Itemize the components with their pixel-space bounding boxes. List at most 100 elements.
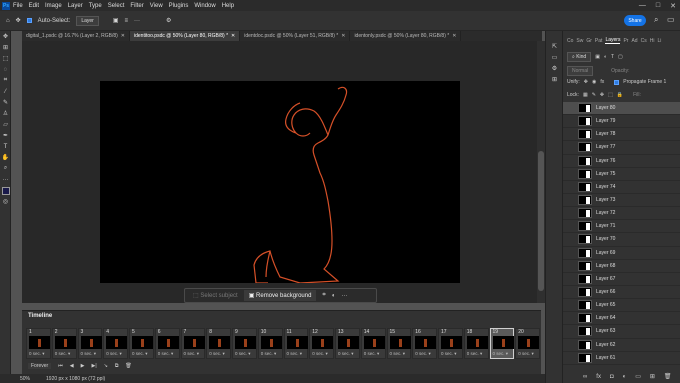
delete-frame-icon[interactable]: 🗑 [125, 363, 131, 369]
frame-delay-dropdown[interactable]: 0 sec. ▾ [338, 351, 354, 357]
search-icon[interactable]: ⌕ [654, 15, 658, 25]
frame-delay-dropdown[interactable]: 0 sec. ▾ [312, 351, 328, 357]
timeline-frame[interactable]: 20 0 sec. ▾ [515, 328, 540, 359]
unify-style-icon[interactable]: fx [600, 79, 604, 85]
timeline-frame[interactable]: 17 0 sec. ▾ [438, 328, 463, 359]
frame-delay-dropdown[interactable]: 0 sec. ▾ [235, 351, 251, 357]
layer-row[interactable]: Layer 67 [563, 273, 680, 286]
tab-gradients[interactable]: Gr [586, 38, 592, 44]
align-icon[interactable]: ≡ [125, 18, 129, 24]
tab-digital-1[interactable]: digital_1.psdc @ 16.7% (Layer 2, RGB/8) ✕ [22, 31, 130, 41]
lock-position-icon[interactable]: ✥ [600, 92, 604, 98]
visibility-toggle[interactable] [568, 197, 574, 203]
lock-all-icon[interactable]: 🔒 [617, 92, 623, 98]
close-icon[interactable]: ✕ [121, 33, 125, 39]
3d-mode-icon[interactable]: ⚙ [166, 17, 171, 24]
stamp-icon[interactable]: ♙ [0, 108, 11, 119]
tab-identdoc[interactable]: identdoc.psdc @ 50% (Layer 51, RGB/8) * ✕ [240, 31, 351, 41]
frame-delay-dropdown[interactable]: 0 sec. ▾ [184, 351, 200, 357]
filter-pixel-icon[interactable]: ▣ [595, 54, 600, 60]
lock-paint-icon[interactable]: ✎ [592, 92, 596, 98]
layer-row[interactable]: Layer 68 [563, 260, 680, 273]
blend-mode-dropdown[interactable]: Normal [567, 66, 594, 76]
visibility-toggle[interactable] [568, 289, 574, 295]
layer-row[interactable]: Layer 64 [563, 312, 680, 326]
frame-delay-dropdown[interactable]: 0 sec. ▾ [55, 351, 71, 357]
layer-row[interactable]: Layer 77 [563, 141, 680, 155]
tab-history[interactable]: Hi [650, 38, 655, 44]
crop-icon[interactable]: ⌗ [0, 75, 11, 86]
layer-row[interactable]: Layer 78 [563, 128, 680, 142]
timeline-frame[interactable]: 4 0 sec. ▾ [103, 328, 128, 359]
zoom-icon[interactable]: ⌕ [0, 163, 11, 174]
visibility-toggle[interactable] [568, 144, 574, 150]
timeline-frame[interactable]: 19 0 sec. ▾ [489, 328, 515, 359]
layer-row[interactable]: Layer 62 [563, 339, 680, 352]
frame-delay-dropdown[interactable]: 0 sec. ▾ [415, 351, 431, 357]
move-tool-preset-icon[interactable]: ✥ [16, 17, 21, 24]
tab-adjustments[interactable]: Ad [631, 38, 637, 44]
auto-select-dropdown[interactable]: Layer [76, 15, 99, 26]
visibility-toggle[interactable] [568, 184, 574, 190]
layer-row[interactable]: Layer 80 [563, 102, 680, 116]
timeline-frame[interactable]: 9 0 sec. ▾ [232, 328, 257, 359]
visibility-toggle[interactable] [568, 131, 574, 137]
menu-filter[interactable]: Filter [130, 3, 143, 9]
eraser-icon[interactable]: ▱ [0, 119, 11, 130]
visibility-toggle[interactable] [568, 328, 574, 334]
first-frame-icon[interactable]: ⏮ [58, 363, 63, 369]
frame-delay-dropdown[interactable]: 0 sec. ▾ [390, 351, 406, 357]
layer-row[interactable]: Layer 76 [563, 155, 680, 168]
workspace-icon[interactable]: ▭ [667, 15, 675, 24]
timeline-frame[interactable]: 18 0 sec. ▾ [463, 328, 489, 359]
menu-file[interactable]: File [13, 3, 23, 9]
frame-delay-dropdown[interactable]: 0 sec. ▾ [287, 351, 303, 357]
learn-icon[interactable]: ⇱ [549, 41, 560, 52]
frame-delay-dropdown[interactable]: 0 sec. ▾ [209, 351, 225, 357]
tab-identonly[interactable]: identonly.psdc @ 50% (Layer 80, RGB/8) *… [350, 31, 462, 41]
canvas-scrollbar[interactable] [537, 41, 545, 303]
new-group-icon[interactable]: ▭ [635, 373, 641, 380]
visibility-toggle[interactable] [568, 276, 574, 282]
filter-shape-icon[interactable]: ▢ [618, 54, 623, 60]
timeline-frame[interactable]: 3 0 sec. ▾ [77, 328, 103, 359]
layer-row[interactable]: Layer 61 [563, 352, 680, 365]
visibility-toggle[interactable] [568, 223, 574, 229]
tab-color[interactable]: Co [567, 38, 573, 44]
play-icon[interactable]: ▶ [81, 363, 85, 369]
layer-row[interactable]: Layer 70 [563, 233, 680, 247]
timeline-frame[interactable]: 2 0 sec. ▾ [51, 328, 77, 359]
timeline-frame[interactable]: 12 0 sec. ▾ [309, 328, 334, 359]
timeline-frame[interactable]: 6 0 sec. ▾ [154, 328, 180, 359]
add-mask-icon[interactable]: ◘ [610, 374, 614, 380]
more-options-icon[interactable]: ··· [134, 18, 140, 24]
visibility-toggle[interactable] [568, 315, 574, 321]
share-button[interactable]: Share [624, 15, 646, 26]
mask-icon[interactable]: ◐ [332, 293, 336, 299]
tab-identitoo[interactable]: identitoo.psdc @ 50% (Layer 80, RGB/8) *… [130, 31, 241, 41]
close-icon[interactable]: ✕ [341, 33, 345, 39]
frame-delay-dropdown[interactable]: 0 sec. ▾ [132, 351, 148, 357]
more-icon[interactable]: ··· [0, 174, 11, 185]
menu-help[interactable]: Help [222, 3, 234, 9]
frame-delay-dropdown[interactable]: 0 sec. ▾ [518, 351, 534, 357]
more-icon[interactable]: ··· [341, 293, 347, 299]
filter-adjust-icon[interactable]: ◐ [604, 54, 607, 60]
timeline-frame[interactable]: 10 0 sec. ▾ [257, 328, 283, 359]
visibility-toggle[interactable] [568, 263, 574, 269]
move-icon[interactable]: ✥ [0, 31, 11, 42]
zoom-level[interactable]: 50% [20, 376, 30, 382]
menu-layer[interactable]: Layer [68, 3, 83, 9]
menu-type[interactable]: Type [89, 3, 102, 9]
comments-icon[interactable]: ▭ [549, 52, 560, 63]
unify-position-icon[interactable]: ✥ [584, 79, 588, 85]
menu-window[interactable]: Window [194, 3, 215, 9]
visibility-toggle[interactable] [568, 355, 574, 361]
brush-icon[interactable]: ✎ [0, 97, 11, 108]
frame-delay-dropdown[interactable]: 0 sec. ▾ [493, 351, 509, 357]
remove-background-button[interactable]: ▣ Remove background [243, 290, 317, 301]
timeline-frame[interactable]: 15 0 sec. ▾ [386, 328, 412, 359]
minimize-button[interactable]: — [639, 2, 646, 9]
visibility-toggle[interactable] [568, 236, 574, 242]
properties-icon[interactable]: ⚙ [549, 63, 560, 74]
